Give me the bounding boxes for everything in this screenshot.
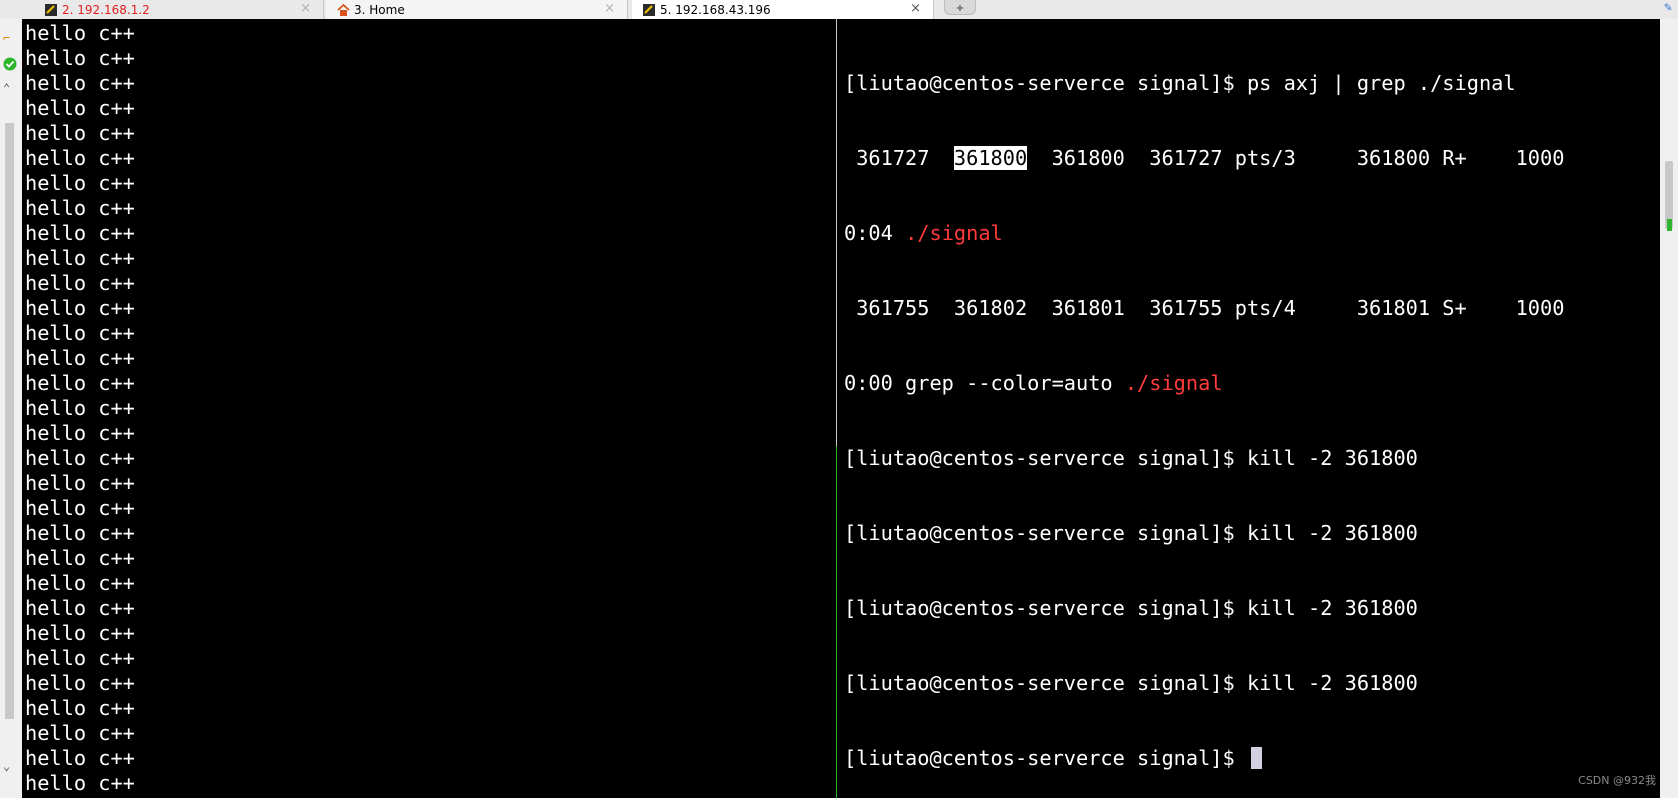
command-line: [liutao@centos-serverce signal]$ kill -2… <box>844 671 1418 695</box>
output-line: hello c++ <box>25 471 135 495</box>
paperclip-icon[interactable]: ✎ <box>1664 0 1672 15</box>
output-line: hello c++ <box>25 746 135 770</box>
command-line: [liutao@centos-serverce signal]$ kill -2… <box>844 446 1418 470</box>
text-cursor <box>1250 747 1262 769</box>
output-line: hello c++ <box>25 671 135 695</box>
output-line: hello c++ <box>25 421 135 445</box>
output-line: hello c++ <box>25 571 135 595</box>
output-line: hello c++ <box>25 621 135 645</box>
output-line: hello c++ <box>25 446 135 470</box>
output-line: hello c++ <box>25 296 135 320</box>
scroll-indicator <box>1667 219 1672 231</box>
tab-home[interactable]: 3. Home × <box>326 0 628 19</box>
output-line: hello c++ <box>25 646 135 670</box>
watermark: CSDN @932我 <box>1578 774 1656 787</box>
output-line: hello c++ <box>25 321 135 345</box>
output-line: hello c++ <box>25 196 135 220</box>
command-line: [liutao@centos-serverce signal]$ ps axj … <box>844 71 1516 95</box>
selected-pid: 361800 <box>953 146 1028 170</box>
side-panel-strip: ⌐ ⌃ ⌄ <box>0 19 22 798</box>
vertical-scrollbar[interactable] <box>1660 19 1678 798</box>
output-line: hello c++ <box>25 596 135 620</box>
tab-close-button[interactable]: × <box>300 1 311 16</box>
output-line: hello c++ <box>25 346 135 370</box>
ps-field: 361727 <box>844 146 954 170</box>
terminal-icon <box>44 3 58 17</box>
output-line: hello c++ <box>25 146 135 170</box>
ps-output-line: 0:00 grep --color=auto ./signal <box>844 371 1564 396</box>
output-line: hello c++ <box>25 46 135 70</box>
output-line: hello c++ <box>25 121 135 145</box>
output-line: hello c++ <box>25 771 135 795</box>
output-line: hello c++ <box>25 371 135 395</box>
output-line: hello c++ <box>25 496 135 520</box>
ps-field: 0:00 grep --color=auto <box>844 371 1125 395</box>
output-line: hello c++ <box>25 546 135 570</box>
output-line: hello c++ <box>25 246 135 270</box>
terminal-output: [liutao@centos-serverce signal]$ ps axj … <box>844 21 1564 798</box>
output-line: hello c++ <box>25 71 135 95</box>
command-line: [liutao@centos-serverce signal]$ kill -2… <box>844 521 1418 545</box>
output-line: hello c++ <box>25 271 135 295</box>
output-line: hello c++ <box>25 696 135 720</box>
tab-close-button[interactable]: × <box>604 1 615 16</box>
ps-output-line: 361755 361802 361801 361755 pts/4 361801… <box>844 296 1565 320</box>
output-line: hello c++ <box>25 96 135 120</box>
ps-output-line: 0:04 ./signal <box>844 221 1564 246</box>
output-line: hello c++ <box>25 171 135 195</box>
tab-session-5[interactable]: 5. 192.168.43.196 × <box>632 0 934 19</box>
tab-close-button[interactable]: × <box>910 1 921 16</box>
terminal-icon <box>642 3 656 17</box>
tab-label: 3. Home <box>354 2 405 17</box>
output-line: hello c++ <box>25 21 135 45</box>
tab-label: 2. 192.168.1.2 <box>62 2 150 17</box>
terminal-output: hello c++ hello c++ hello c++ hello c++ hell… <box>25 21 135 798</box>
output-line: hello c++ <box>25 221 135 245</box>
check-icon[interactable] <box>3 57 17 74</box>
terminal-pane-right[interactable]: [liutao@centos-serverce signal]$ ps axj … <box>837 19 1660 798</box>
ps-field: 361800 361727 pts/3 361800 R+ 1000 <box>1027 146 1565 170</box>
side-scrollbar[interactable] <box>5 123 14 719</box>
tab-bar: 2. 192.168.1.2 × 3. Home × 5. 192.168.43… <box>0 0 1678 19</box>
new-tab-button[interactable]: ✚ <box>944 0 976 15</box>
tab-label: 5. 192.168.43.196 <box>660 2 771 17</box>
chevron-up-icon[interactable]: ⌃ <box>3 81 10 95</box>
command-line: [liutao@centos-serverce signal]$ kill -2… <box>844 596 1418 620</box>
home-icon <box>336 3 350 17</box>
prompt-line: [liutao@centos-serverce signal]$ <box>844 746 1564 771</box>
lock-icon[interactable]: ⌐ <box>3 31 10 45</box>
chevron-down-icon[interactable]: ⌄ <box>3 759 10 773</box>
grep-match: ./signal <box>905 221 1003 245</box>
output-line: hello c++ <box>25 721 135 745</box>
shell-prompt: [liutao@centos-serverce signal]$ <box>844 746 1247 770</box>
plus-icon: ✚ <box>956 0 964 14</box>
output-line: hello c++ <box>25 521 135 545</box>
terminal-pane-left[interactable]: hello c++ hello c++ hello c++ hello c++ hell… <box>22 19 837 798</box>
ps-field: 0:04 <box>844 221 906 245</box>
tab-session-2[interactable]: 2. 192.168.1.2 × <box>34 0 324 19</box>
ps-output-line: 361727 361800 361800 361727 pts/3 361800… <box>844 146 1564 171</box>
output-line: hello c++ <box>25 396 135 420</box>
grep-match: ./signal <box>1124 371 1223 395</box>
